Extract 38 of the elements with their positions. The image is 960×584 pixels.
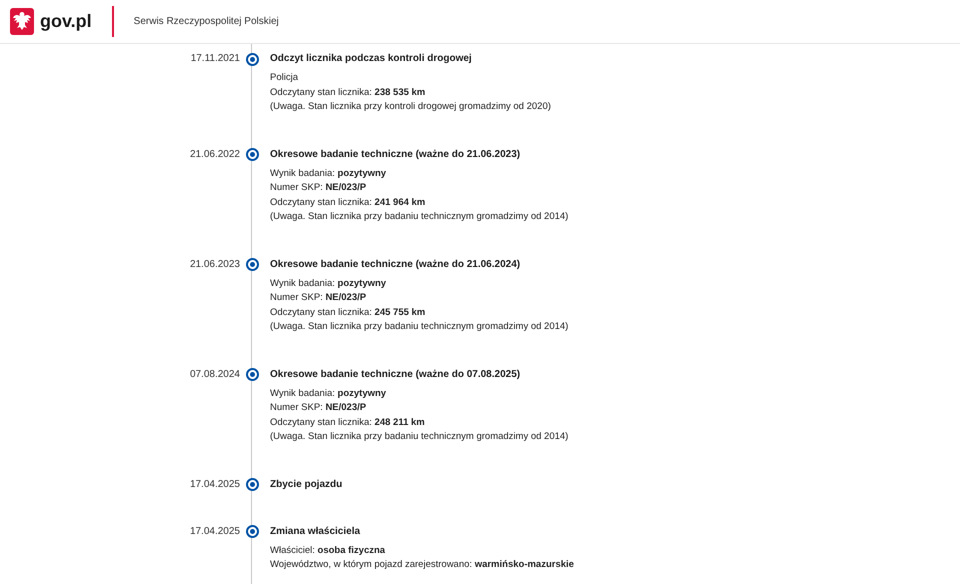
event-date: 07.08.2024 — [188, 368, 241, 382]
event-detail: Odczytany stan licznika: 245 755 km — [270, 306, 426, 320]
event-date: 17.04.2025 — [188, 478, 241, 492]
event-detail: Województwo, w którym pojazd zarejestrowano: warmińsko-mazurskie — [270, 558, 575, 572]
event-detail: Właściciel: osoba fizyczna — [270, 544, 386, 558]
event-detail: Numer SKP: NE/023/P — [270, 181, 368, 195]
event-detail: Odczytany stan licznika: 248 211 km — [270, 416, 426, 430]
event-detail: Numer SKP: NE/023/P — [270, 401, 368, 415]
event-date: 21.06.2022 — [188, 148, 241, 162]
timeline-dot-icon — [246, 368, 258, 381]
event-detail: Odczytany stan licznika: 241 964 km — [270, 196, 426, 210]
event-date: 21.06.2023 — [188, 258, 241, 272]
timeline-dot-icon — [246, 148, 258, 161]
event-title: Zbycie pojazdu — [270, 478, 344, 492]
timeline-dot-icon — [246, 52, 258, 66]
event-detail: Odczytany stan licznika: 238 535 km — [270, 86, 426, 100]
event-detail: (Uwaga. Stan licznika przy badaniu technicznym gromadzimy od 2014) — [270, 320, 570, 334]
service-name: Serwis Rzeczypospolitej Polskiej — [134, 16, 279, 27]
event-title: Zmiana właściciela — [270, 524, 362, 538]
event-date: 17.04.2025 — [188, 524, 241, 538]
event-detail: (Uwaga. Stan licznika przy badaniu technicznym gromadzimy od 2014) — [270, 430, 570, 444]
event-detail: Wynik badania: pozytywny — [270, 166, 388, 180]
event-title: Okresowe badanie techniczne (ważne do 07.08.2025) — [270, 368, 522, 382]
event-detail: Wynik badania: pozytywny — [270, 276, 388, 290]
eagle-emblem-icon — [10, 8, 34, 35]
timeline-dot-icon — [246, 258, 258, 271]
event-date: 17.11.2021 — [190, 52, 241, 66]
site-logo-text[interactable]: gov.pl — [40, 11, 92, 32]
timeline-dot-icon — [246, 478, 258, 491]
event-title: Odczyt licznika podczas kontroli drogowej — [270, 52, 473, 66]
event-detail: Numer SKP: NE/023/P — [270, 291, 368, 305]
event-title: Okresowe badanie techniczne (ważne do 21.06.2024) — [270, 258, 522, 272]
event-detail: Policja — [270, 71, 299, 85]
timeline-dot-icon — [246, 525, 258, 538]
event-detail: Wynik badania: pozytywny — [270, 386, 388, 400]
event-detail: (Uwaga. Stan licznika przy kontroli drogowej gromadzimy od 2020) — [270, 100, 552, 114]
event-title: Okresowe badanie techniczne (ważne do 21.06.2023) — [270, 148, 522, 162]
event-detail: (Uwaga. Stan licznika przy badaniu technicznym gromadzimy od 2014) — [270, 210, 570, 224]
